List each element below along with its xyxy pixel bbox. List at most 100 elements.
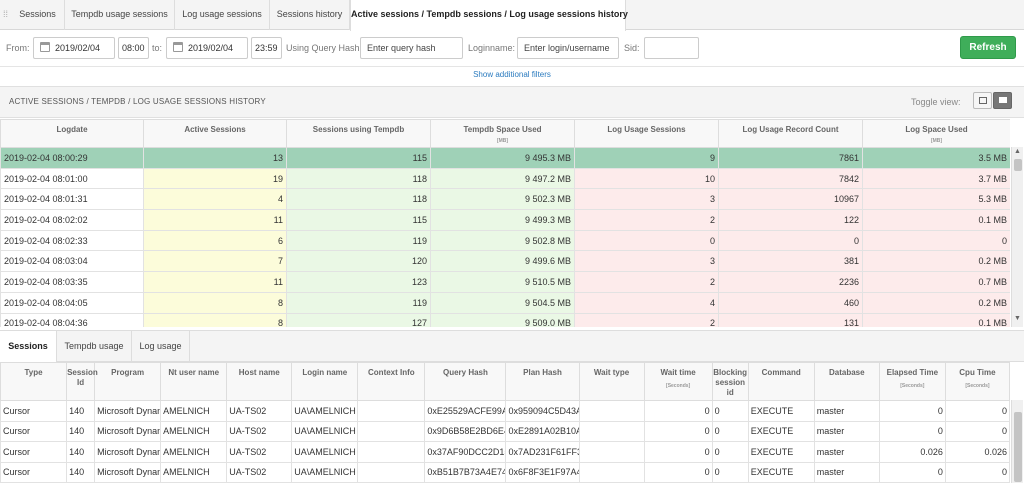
table-row[interactable]: 2019-02-04 08:00:29 13 115 9 495.3 MB 9 7861 3… [0,147,1010,169]
sessions-grid-scrollbar[interactable] [1011,400,1023,483]
cell-tempdb-space-used: 9 509.0 MB [430,312,575,327]
to-date-value: 2019/02/04 [188,43,234,53]
table-row[interactable]: Cursor 140 Microsoft Dynam AMELNICH UA-TS02 U… [0,441,1010,463]
cell-query-hash: 0x9D6B58E2BD6E47 [424,420,507,442]
to-label: to: [152,43,163,53]
loginname-label: Loginname: [468,43,516,53]
tab-tempdb-usage-sessions[interactable]: Tempdb usage sessions [65,0,175,30]
cell-cpu-time: 0 [944,420,1010,442]
cell-tempdb-space-used: 9 497.2 MB [430,167,575,190]
cell-session-id: 140 [66,420,96,442]
drag-handle-icon[interactable]: ⁞⁞ [3,8,9,20]
column-header-database[interactable]: Database [813,362,880,401]
cell-command: EXECUTE [747,400,815,422]
scrollbar-thumb[interactable] [1014,412,1022,482]
cell-log-usage-sessions: 2 [574,312,719,327]
sid-input[interactable] [644,37,699,59]
column-header-active-sessions[interactable]: Active Sessions [143,119,287,148]
show-additional-filters-link[interactable]: Show additional filters [0,70,1024,79]
column-header-label: Log Space Used [905,125,968,134]
column-header-host-name[interactable]: Host name [226,362,293,401]
table-row[interactable]: 2019-02-04 08:01:31 4 118 9 502.3 MB 3 10967 5… [0,188,1010,211]
table-row[interactable]: 2019-02-04 08:04:05 8 119 9 504.5 MB 4 460 0.2… [0,291,1010,314]
cell-cpu-time: 0.026 [944,441,1010,463]
column-header-wait-type[interactable]: Wait type [578,362,645,401]
cell-log-usage-record-count: 7842 [718,167,863,190]
query-hash-input[interactable]: Enter query hash [360,37,463,59]
scrollbar-thumb[interactable] [1014,159,1022,171]
refresh-button[interactable]: Refresh [960,36,1016,59]
tab-detail-log-usage[interactable]: Log usage [132,331,190,362]
cell-sessions-using-tempdb: 123 [286,271,431,293]
column-unit: [MB] [930,138,943,144]
column-header-label: Query Hash [442,368,488,377]
table-row[interactable]: 2019-02-04 08:01:00 19 118 9 497.2 MB 10 7842… [0,167,1010,190]
tab-detail-tempdb-usage[interactable]: Tempdb usage [57,331,132,362]
column-header-log-usage-record-count[interactable]: Log Usage Record Count [718,119,863,148]
table-row[interactable]: 2019-02-04 08:02:02 11 115 9 499.3 MB 2 122 0.… [0,209,1010,231]
chart-view-button[interactable] [973,92,992,109]
query-hash-label: Using Query Hash: [286,43,363,53]
table-row[interactable]: Cursor 140 Microsoft Dynam AMELNICH UA-TS02 U… [0,461,1010,483]
column-header-wait-time[interactable]: Wait time [Seconds] [643,362,713,401]
to-date-field[interactable]: 2019/02/04 [166,37,248,59]
table-row[interactable]: 2019-02-04 08:04:36 8 127 9 509.0 MB 2 131 0.1… [0,312,1010,327]
column-header-nt-user-name[interactable]: Nt user name [160,362,228,401]
loginname-input[interactable]: Enter login/username [517,37,619,59]
tab-detail-sessions[interactable]: Sessions [0,331,57,363]
cell-wait-time: 0 [643,420,713,442]
column-header-logdate[interactable]: Logdate [0,119,144,148]
cell-wait-type [578,461,645,483]
cell-type: Cursor [0,400,68,422]
cell-database: master [813,441,880,463]
column-header-cpu-time[interactable]: Cpu Time [Seconds] [944,362,1010,401]
grid-view-button[interactable] [993,92,1012,109]
column-header-program[interactable]: Program [94,362,162,401]
column-header-sessions-using-tempdb[interactable]: Sessions using Tempdb [286,119,431,148]
table-row[interactable]: 2019-02-04 08:03:04 7 120 9 499.6 MB 3 381 0.2… [0,250,1010,273]
tab-sessions-history[interactable]: Sessions history [270,0,350,30]
column-header-login-name[interactable]: Login name [291,362,359,401]
cell-type: Cursor [0,441,68,463]
cell-elapsed-time: 0 [878,420,946,442]
column-header-label: Active Sessions [184,125,246,134]
cell-sessions-using-tempdb: 120 [286,250,431,273]
to-time-field[interactable]: 23:59 [251,37,282,59]
tab-log-usage-sessions[interactable]: Log usage sessions [175,0,270,30]
column-header-type[interactable]: Type [0,362,68,401]
tab-active-sessions-history[interactable]: Active sessions / Tempdb sessions / Log … [350,0,628,31]
column-header-plan-hash[interactable]: Plan Hash [505,362,580,401]
sid-label: Sid: [624,43,640,53]
from-time-field[interactable]: 08:00 [118,37,149,59]
from-date-field[interactable]: 2019/02/04 [33,37,115,59]
tab-sessions[interactable]: Sessions [11,0,65,30]
table-row[interactable]: Cursor 140 Microsoft Dynam AMELNICH UA-TS02 U… [0,420,1010,442]
column-header-command[interactable]: Command [747,362,815,401]
column-header-elapsed-time[interactable]: Elapsed Time [Seconds] [878,362,946,401]
history-grid-scrollbar[interactable]: ▲ ▼ [1011,147,1023,327]
column-header-tempdb-space-used[interactable]: Tempdb Space Used [MB] [430,119,575,148]
column-header-log-space-used[interactable]: Log Space Used [MB] [862,119,1010,148]
column-header-log-usage-sessions[interactable]: Log Usage Sessions [574,119,719,148]
cell-log-space-used: 3.5 MB [862,147,1010,169]
cell-blocking-session-id: 0 [711,461,749,483]
cell-session-id: 140 [66,400,96,422]
cell-sessions-using-tempdb: 127 [286,312,431,327]
cell-logdate: 2019-02-04 08:04:05 [0,291,144,314]
cell-plan-hash: 0x7AD231F61FF3 [505,441,580,463]
column-header-label: Logdate [56,125,88,134]
column-header-context-info[interactable]: Context Info [357,362,426,401]
column-header-session-id[interactable]: Session Id [66,362,98,401]
scroll-down-arrow-icon[interactable]: ▼ [1014,315,1021,322]
cell-sessions-using-tempdb: 119 [286,229,431,252]
cell-database: master [813,420,880,442]
cell-login-name: UA\AMELNICH [291,441,359,463]
scroll-up-arrow-icon[interactable]: ▲ [1014,148,1021,155]
column-header-label: Login name [302,368,348,377]
table-row[interactable]: 2019-02-04 08:02:33 6 119 9 502.8 MB 0 0 0 [0,229,1010,252]
table-row[interactable]: 2019-02-04 08:03:35 11 123 9 510.5 MB 2 2236 0… [0,271,1010,293]
column-header-blocking-session-id[interactable]: Blocking session id [711,362,749,401]
column-header-query-hash[interactable]: Query Hash [424,362,507,401]
column-header-label: Wait type [593,368,630,377]
table-row[interactable]: Cursor 140 Microsoft Dynam AMELNICH UA-TS02 U… [0,400,1010,422]
